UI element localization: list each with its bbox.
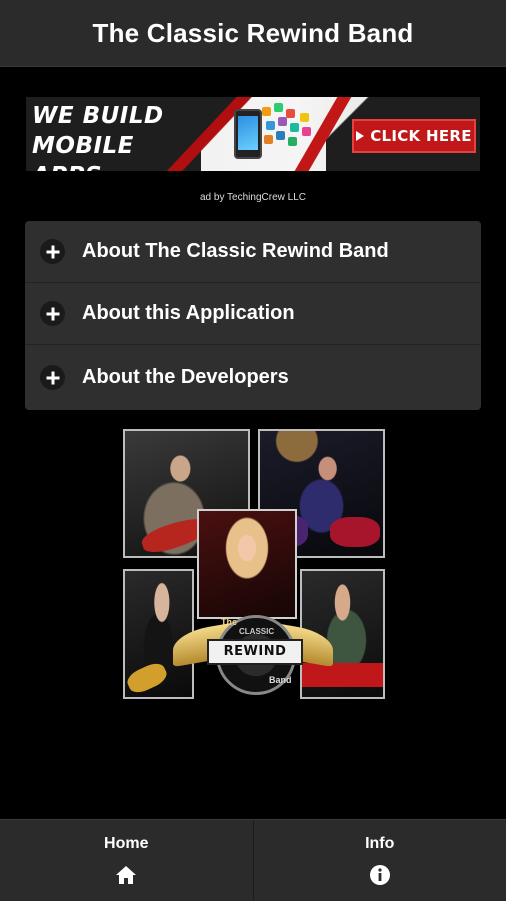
smartphone-icon <box>234 109 262 159</box>
accordion-item-label: About The Classic Rewind Band <box>82 240 389 263</box>
plus-icon <box>40 239 65 264</box>
accordion-item-about-developers[interactable]: About the Developers <box>25 345 481 410</box>
page-title: The Classic Rewind Band <box>92 18 413 49</box>
logo-text-classic: CLASSIC <box>239 627 274 636</box>
accordion-item-about-band[interactable]: About The Classic Rewind Band <box>25 221 481 283</box>
ad-headline-line1: WE BUILD MOBILE <box>32 101 222 161</box>
home-icon <box>114 863 138 887</box>
info-accordion: About The Classic Rewind Band About this… <box>25 221 481 410</box>
plus-icon <box>40 301 65 326</box>
bottom-tab-bar: Home Info <box>0 819 506 901</box>
band-photo-collage: The CLASSIC REWIND Band <box>123 429 385 703</box>
accordion-item-label: About the Developers <box>82 366 289 389</box>
ad-credit: ad by TechingCrew LLC <box>0 192 506 203</box>
logo-text-the: The <box>221 617 237 627</box>
tab-info-label: Info <box>365 835 394 853</box>
ad-headline: WE BUILD MOBILE APPS. <box>32 101 222 171</box>
accordion-item-label: About this Application <box>82 302 295 325</box>
info-icon <box>368 863 392 887</box>
tab-home-label: Home <box>104 835 148 853</box>
accordion-item-about-app[interactable]: About this Application <box>25 283 481 345</box>
singer-photo <box>197 509 297 619</box>
app-header: The Classic Rewind Band <box>0 0 506 67</box>
ad-headline-line2: APPS. <box>32 161 222 171</box>
click-here-label: CLICK HERE <box>370 127 472 145</box>
band-logo: The CLASSIC REWIND Band <box>173 609 333 705</box>
click-here-button[interactable]: CLICK HERE <box>352 119 476 153</box>
tab-info[interactable]: Info <box>253 820 506 901</box>
ad-banner[interactable]: WE BUILD MOBILE APPS. CLICK HERE <box>26 97 480 171</box>
play-icon <box>356 131 364 141</box>
logo-text-band: Band <box>269 675 292 685</box>
logo-text-rewind: REWIND <box>207 639 303 665</box>
plus-icon <box>40 365 65 390</box>
tab-home[interactable]: Home <box>0 820 253 901</box>
